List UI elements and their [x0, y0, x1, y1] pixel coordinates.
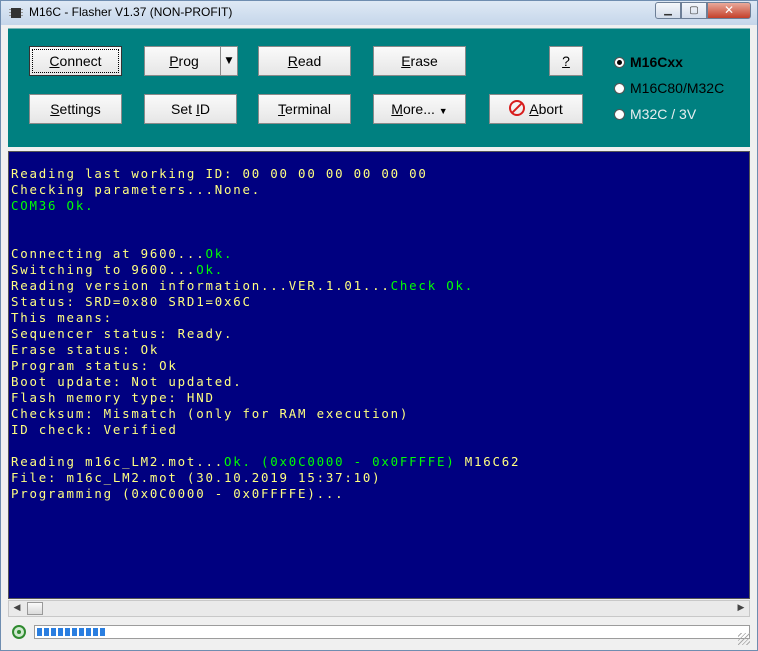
console-segment: Program status: Ok — [11, 358, 178, 373]
radio-dot — [614, 83, 625, 94]
console-line: Flash memory type: HND — [11, 390, 215, 405]
connection-status-icon — [12, 625, 26, 639]
close-button[interactable]: ✕ — [707, 2, 751, 19]
console-segment: Programming (0x0C0000 - 0x0FFFFE)... — [11, 486, 345, 501]
console-line: Sequencer status: Ready. — [11, 326, 233, 341]
radio-dot — [614, 57, 625, 68]
console-segment: M16C62 — [455, 454, 521, 469]
console-segment: ID check: Verified — [11, 422, 178, 437]
app-window: M16C - Flasher V1.37 (NON-PROFIT) ▁ ▢ ✕ … — [0, 0, 758, 651]
read-button[interactable]: Read — [258, 46, 351, 76]
console-segment: Flash memory type: HND — [11, 390, 215, 405]
progress-segment — [51, 628, 56, 636]
abort-icon — [509, 100, 526, 116]
progress-bar — [34, 625, 750, 639]
scroll-thumb[interactable] — [27, 602, 43, 615]
console-line: Boot update: Not updated. — [11, 374, 243, 389]
arrow-left-icon: ◀ — [13, 603, 21, 613]
console-line: File: m16c_LM2.mot (30.10.2019 15:37:10) — [11, 470, 381, 485]
prog-dropdown-button[interactable]: ▼ — [220, 46, 238, 76]
progress-segment — [72, 628, 77, 636]
console-line: ID check: Verified — [11, 422, 178, 437]
prog-button[interactable]: Prog — [144, 46, 224, 76]
resize-grip-icon[interactable] — [738, 633, 750, 645]
radio-dot — [614, 109, 625, 120]
progress-segment — [44, 628, 49, 636]
console-segment: Connecting at 9600... — [11, 246, 206, 261]
console-line: Reading m16c_LM2.mot...Ok. (0x0C0000 - 0… — [11, 454, 520, 469]
caption-buttons: ▁ ▢ ✕ — [655, 2, 751, 20]
more-button[interactable]: More... ▼ — [373, 94, 466, 124]
console-segment: Checksum: Mismatch (only for RAM executi… — [11, 406, 410, 421]
console-line: Reading last working ID: 00 00 00 00 00 … — [11, 166, 428, 181]
connect-button[interactable]: Connect — [29, 46, 122, 76]
abort-button[interactable]: Abort — [489, 94, 583, 124]
console-segment: COM36 Ok. — [11, 198, 95, 213]
console-line: Programming (0x0C0000 - 0x0FFFFE)... — [11, 486, 344, 501]
console-line: Status: SRD=0x80 SRD1=0x6C — [11, 294, 252, 309]
radio-m16c80[interactable]: M16C80/M32C — [614, 80, 724, 96]
console-text: Reading last working ID: 00 00 00 00 00 … — [9, 152, 749, 502]
close-icon: ✕ — [723, 3, 735, 17]
console-line: Erase status: Ok — [11, 342, 159, 357]
console-segment: Ok. — [205, 246, 234, 261]
status-bar — [8, 621, 750, 645]
console-segment: File: m16c_LM2.mot (30.10.2019 15:37:10) — [11, 470, 382, 485]
progress-segment — [100, 628, 105, 636]
arrow-right-icon: ▶ — [737, 603, 745, 613]
progress-segment — [86, 628, 91, 636]
console-segment: Checking parameters...None. — [11, 182, 262, 197]
window-title: M16C - Flasher V1.37 (NON-PROFIT) — [29, 5, 233, 19]
console-line: Checksum: Mismatch (only for RAM executi… — [11, 406, 409, 421]
terminal-button[interactable]: Terminal — [258, 94, 351, 124]
erase-button[interactable]: Erase — [373, 46, 466, 76]
scroll-left-button[interactable]: ◀ — [9, 601, 25, 616]
progress-fill — [37, 628, 105, 636]
console-segment: Check Ok. — [390, 278, 474, 293]
scroll-right-button[interactable]: ▶ — [733, 601, 749, 616]
console-line: Switching to 9600...Ok. — [11, 262, 224, 277]
chevron-down-icon: ▼ — [225, 56, 233, 66]
console-line: Checking parameters...None. — [11, 182, 261, 197]
minimize-button[interactable]: ▁ — [655, 2, 681, 19]
help-button[interactable]: ? — [549, 46, 583, 76]
console-segment: Ok. — [196, 262, 224, 277]
console-line: This means: — [11, 310, 113, 325]
minimize-icon: ▁ — [664, 5, 672, 16]
horizontal-scrollbar[interactable]: ◀ ▶ — [8, 600, 750, 617]
set-id-button[interactable]: Set ID — [144, 94, 237, 124]
console-segment: Erase status: Ok — [11, 342, 160, 357]
toolbar-panel: Connect Prog ▼ Read Erase ? Settings Set… — [8, 28, 750, 147]
console-segment: Status: SRD=0x80 SRD1=0x6C — [11, 294, 252, 309]
progress-segment — [37, 628, 42, 636]
console-segment: Reading version information...VER.1.01..… — [11, 278, 391, 293]
console-line: Program status: Ok — [11, 358, 178, 373]
progress-segment — [65, 628, 70, 636]
maximize-button[interactable]: ▢ — [681, 2, 707, 19]
console-segment: Sequencer status: Ready. — [11, 326, 234, 341]
console-line: Reading version information...VER.1.01..… — [11, 278, 474, 293]
console-segment: Switching to 9600... — [11, 262, 197, 277]
console-segment: Ok. (0x0C0000 - 0x0FFFFE) — [223, 454, 456, 469]
console-segment: Reading last working ID: 00 00 00 00 00 … — [11, 166, 428, 181]
console-line: Connecting at 9600...Ok. — [11, 246, 233, 261]
radio-m16cxx[interactable]: M16Cxx — [614, 54, 683, 70]
console-segment: This means: — [11, 310, 113, 325]
chip-icon — [9, 8, 23, 18]
more-chevron-down-icon: ▼ — [438, 106, 448, 116]
title-bar[interactable]: M16C - Flasher V1.37 (NON-PROFIT) ▁ ▢ ✕ — [1, 1, 757, 25]
console-segment: Boot update: Not updated. — [11, 374, 243, 389]
progress-segment — [93, 628, 98, 636]
settings-button[interactable]: Settings — [29, 94, 122, 124]
console-line: COM36 Ok. — [11, 198, 94, 213]
progress-segment — [79, 628, 84, 636]
console-output[interactable]: Reading last working ID: 00 00 00 00 00 … — [8, 151, 750, 599]
maximize-icon: ▢ — [689, 5, 699, 16]
radio-m32c-3v[interactable]: M32C / 3V — [614, 106, 696, 122]
progress-segment — [58, 628, 63, 636]
console-segment: Reading m16c_LM2.mot... — [11, 454, 224, 469]
